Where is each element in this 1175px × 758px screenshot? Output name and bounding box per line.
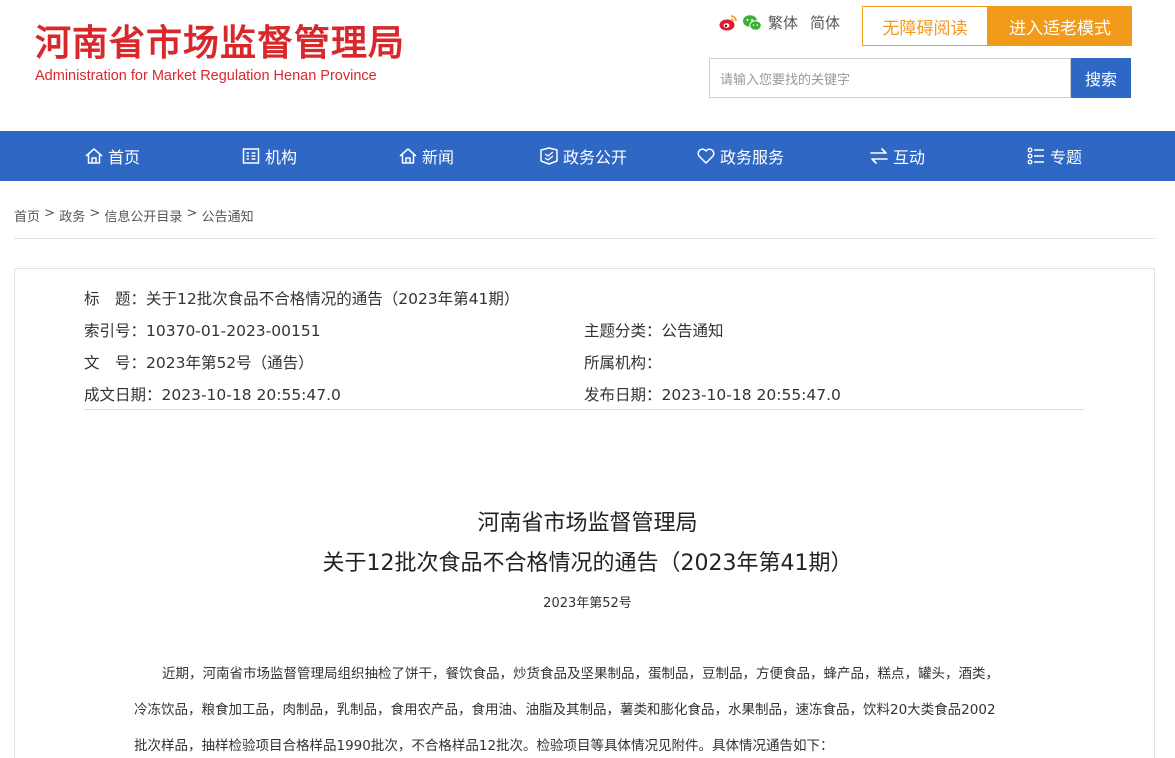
nav-item-home[interactable]: 首页 [84,131,140,181]
article-doc-number: 2023年第52号 [543,596,632,611]
meta-agency: 所属机构： [584,354,662,372]
breadcrumb-affairs[interactable]: 政务 [59,206,85,225]
site-logo-subtitle: Administration for Market Regulation Hen… [35,68,377,84]
meta-title: 标 题：关于12批次食品不合格情况的通告（2023年第41期） [84,290,520,308]
article-heading-title: 关于12批次食品不合格情况的通告（2023年第41期） [322,551,853,576]
nav-label-open-government: 政务公开 [563,148,628,167]
article-body-line: 批次样品，抽样检验项目合格样品1990批次，不合格样品12批次。检验项目等具体情… [134,738,834,754]
nav-label-news: 新闻 [422,148,455,167]
org-icon [242,148,260,164]
wechat-icon[interactable] [742,13,762,33]
weibo-icon[interactable] [718,13,738,33]
simplified-chinese-link[interactable]: 简体 [810,12,840,33]
nav-label-interact: 互动 [893,148,926,167]
breadcrumb-separator: > [40,206,60,221]
topic-list-icon [1027,147,1044,165]
site-logo-title[interactable]: 河南省市场监督管理局 [35,20,405,68]
nav-item-org[interactable]: 机构 [241,131,297,181]
nav-item-open-government[interactable]: 政务公开 [539,131,627,181]
breadcrumb-divider [14,238,1155,239]
breadcrumb-home[interactable]: 首页 [14,206,40,225]
article-body-line: 近期，河南省市场监督管理局组织抽检了饼干，餐饮食品，炒货食品及坚果制品，蛋制品，… [162,666,999,682]
accessible-reading-button[interactable]: 无障碍阅读 [862,6,988,46]
elder-mode-button[interactable]: 进入适老模式 [988,6,1132,46]
meta-created-date: 成文日期：2023-10-18 20:55:47.0 [84,386,341,404]
service-heart-icon [697,148,715,164]
meta-divider [84,409,1084,410]
traditional-chinese-link[interactable]: 繁体 [768,12,798,33]
breadcrumb-separator: > [85,206,105,221]
nav-item-interact[interactable]: 互动 [869,131,925,181]
nav-item-news[interactable]: 新闻 [398,131,454,181]
breadcrumb-notices[interactable]: 公告通知 [202,206,254,225]
meta-index-no: 索引号：10370-01-2023-00151 [84,322,321,340]
search-button[interactable]: 搜索 [1071,58,1131,98]
breadcrumb-catalog[interactable]: 信息公开目录 [104,206,182,225]
interact-arrows-icon [870,148,888,164]
meta-doc-no: 文 号：2023年第52号（通告） [84,354,314,372]
nav-label-topic: 专题 [1050,148,1083,167]
home-icon [85,148,103,164]
nav-label-home: 首页 [108,148,141,167]
search-input[interactable]: 请输入您要找的关键字 [709,58,1071,98]
nav-label-org: 机构 [265,148,298,167]
meta-category: 主题分类：公告通知 [584,322,724,340]
article-heading-agency: 河南省市场监督管理局 [477,511,698,536]
news-icon [399,148,417,164]
breadcrumb-separator: > [182,206,202,221]
breadcrumb: 首页 > 政务 > 信息公开目录 > 公告通知 [14,206,254,225]
nav-item-service[interactable]: 政务服务 [696,131,784,181]
meta-published-date: 发布日期：2023-10-18 20:55:47.0 [584,386,841,404]
nav-item-topic[interactable]: 专题 [1026,131,1082,181]
main-nav: 首页 机构 新闻 政务公开 政务服务 互动 专题 [0,131,1175,181]
site-header: 河南省市场监督管理局 Administration for Market Reg… [0,0,1175,131]
article-body-line: 冷冻饮品，粮食加工品，肉制品，乳制品，食用农产品，食用油、油脂及其制品，薯类和膨… [134,702,996,718]
open-government-icon [540,147,558,165]
top-links: 繁体 简体 [718,12,840,33]
nav-label-service: 政务服务 [720,148,785,167]
